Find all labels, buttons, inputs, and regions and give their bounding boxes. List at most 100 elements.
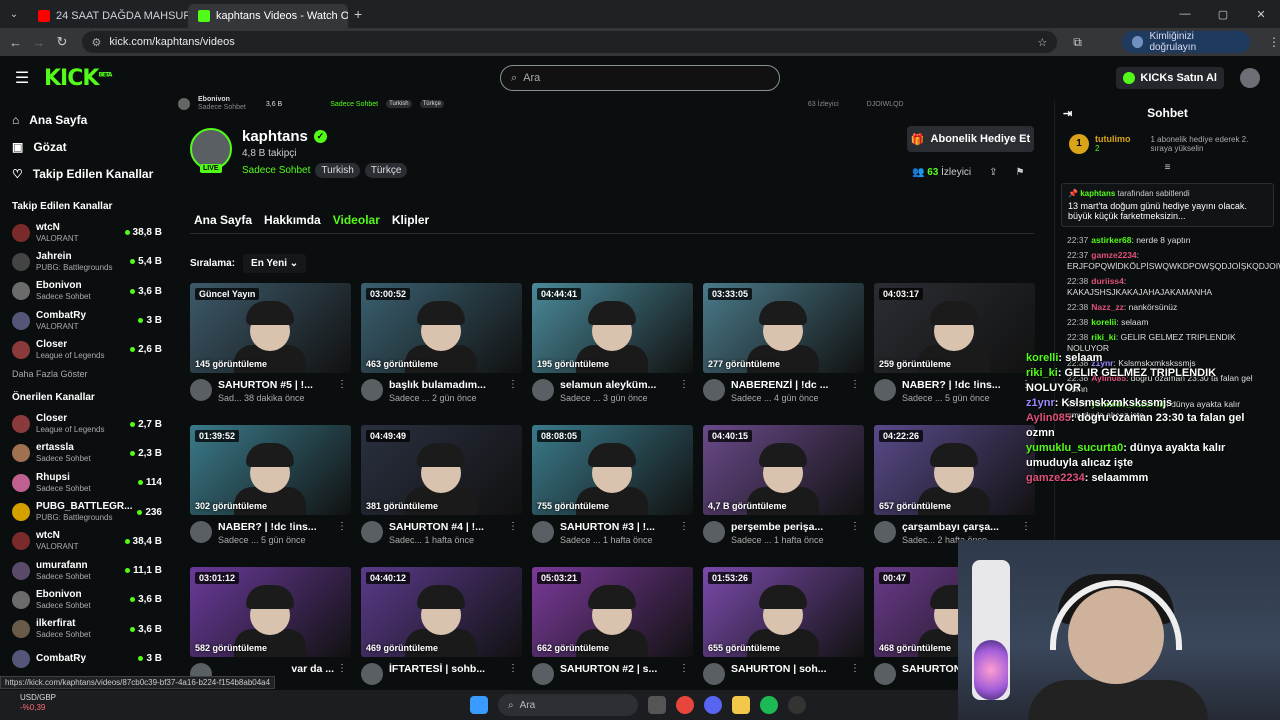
- video-thumbnail[interactable]: 03:01:12 582 görüntüleme: [190, 567, 351, 657]
- channel-avatar[interactable]: LIVE: [190, 128, 232, 173]
- browser-tab-kick[interactable]: kaphtans Videos - Watch O ✕: [188, 4, 348, 28]
- discord-icon[interactable]: [704, 696, 722, 714]
- top-gifter[interactable]: tutulimo 2: [1095, 134, 1131, 154]
- sidebar-channel-item[interactable]: Jahrein PUBG: Battlegrounds 5,4 B: [0, 247, 170, 276]
- maximize-icon[interactable]: ▢: [1204, 0, 1242, 28]
- forward-icon[interactable]: →: [27, 35, 50, 50]
- buy-kicks-button[interactable]: KICKs Satın Al: [1116, 67, 1224, 89]
- tab-clips[interactable]: Klipler: [392, 213, 429, 227]
- url-field[interactable]: ⚙ kick.com/kaphtans/videos ☆: [81, 31, 1058, 53]
- video-thumbnail[interactable]: 03:33:05 277 görüntüleme: [703, 283, 864, 373]
- sort-dropdown[interactable]: En Yeni ⌄: [243, 254, 307, 273]
- video-thumbnail[interactable]: 01:39:52 302 görüntüleme: [190, 425, 351, 515]
- more-options-icon[interactable]: ⋮: [508, 663, 518, 674]
- minimize-icon[interactable]: —: [1166, 0, 1204, 28]
- back-icon[interactable]: ←: [4, 35, 27, 50]
- message-user[interactable]: astirker68: [1091, 235, 1131, 245]
- nav-browse[interactable]: ▣ Gözat: [12, 133, 158, 160]
- sidebar-channel-item[interactable]: wtcN VALORANT 38,4 B: [0, 527, 170, 556]
- video-title[interactable]: var da ...: [218, 663, 334, 675]
- video-thumbnail[interactable]: 08:08:05 755 görüntüleme: [532, 425, 693, 515]
- pinned-message[interactable]: 📌 kaphtans tarafından sabitlendi 13 mart…: [1061, 183, 1274, 227]
- gift-subscription-button[interactable]: 🎁 Abonelik Hediye Et: [907, 126, 1034, 152]
- video-card[interactable]: 04:22:26 657 görüntüleme çarşambayı çarşa.…: [874, 425, 1035, 545]
- new-tab-button[interactable]: +: [354, 6, 362, 22]
- message-user[interactable]: Nazz_zz: [1091, 302, 1124, 312]
- video-title[interactable]: SAHURTON | soh...: [731, 663, 847, 675]
- reload-icon[interactable]: ↻: [50, 34, 73, 50]
- close-window-icon[interactable]: ✕: [1242, 0, 1280, 28]
- chat-message[interactable]: 22:38 duriiss4: KAKAJSHSJKAKAJAHAJAKAMANH…: [1055, 274, 1280, 300]
- file-explorer-icon[interactable]: [732, 696, 750, 714]
- search-input[interactable]: ⌕ Ara: [500, 65, 780, 91]
- video-thumbnail[interactable]: 04:40:15 4,7 B görüntüleme: [703, 425, 864, 515]
- hamburger-menu-icon[interactable]: ☰: [0, 68, 44, 88]
- video-thumbnail[interactable]: 04:03:17 259 görüntüleme: [874, 283, 1035, 373]
- chat-message[interactable]: 22:37 gamze2234: ERJFOPQWİDKÖLPİSWQWKDPOW…: [1055, 248, 1280, 274]
- video-thumbnail[interactable]: 04:22:26 657 görüntüleme: [874, 425, 1035, 515]
- more-options-icon[interactable]: ⋮: [508, 521, 518, 532]
- tab-videos[interactable]: Videolar: [333, 213, 380, 227]
- video-card[interactable]: 04:03:17 259 görüntüleme NABER? | !dc !ins…: [874, 283, 1035, 403]
- video-title[interactable]: selamun aleyküm...: [560, 379, 676, 391]
- more-options-icon[interactable]: ⋮: [508, 379, 518, 390]
- video-title[interactable]: SAHURTON #2 | s...: [560, 663, 676, 675]
- tab-list-icon[interactable]: ⌄: [0, 9, 28, 20]
- video-title[interactable]: NABER? | !dc !ins...: [218, 521, 334, 533]
- video-card[interactable]: 04:44:41 195 görüntüleme selamun aleyküm..…: [532, 283, 693, 403]
- video-card[interactable]: 04:40:15 4,7 B görüntüleme perşembe perişa…: [703, 425, 864, 545]
- video-title[interactable]: SAHURTON #5 | !...: [218, 379, 334, 391]
- chat-message[interactable]: 22:38 Nazz_zz: nankörsünüz: [1055, 300, 1280, 315]
- video-card[interactable]: 03:00:52 463 görüntüleme başlık bulamadım.…: [361, 283, 522, 403]
- channel-category[interactable]: Sadece Sohbet: [242, 165, 310, 176]
- chat-message[interactable]: 22:37 astirker68: nerde 8 yaptın: [1055, 233, 1280, 248]
- sidebar-channel-item[interactable]: Ebonivon Sadece Sohbet 3,6 B: [0, 277, 170, 306]
- video-title[interactable]: başlık bulamadım...: [389, 379, 505, 391]
- video-card[interactable]: 04:49:49 381 görüntüleme SAHURTON #4 | !..…: [361, 425, 522, 545]
- sidebar-channel-item[interactable]: ertassla Sadece Sohbet 2,3 B: [0, 439, 170, 468]
- sidebar-channel-item[interactable]: Ebonivon Sadece Sohbet 3,6 B: [0, 585, 170, 614]
- video-card[interactable]: 01:39:52 302 görüntüleme NABER? | !dc !ins…: [190, 425, 351, 545]
- verify-identity-button[interactable]: Kimliğinizi doğrulayın: [1121, 31, 1250, 53]
- stock-widget[interactable]: USD/GBP -%0,39: [20, 693, 56, 713]
- chat-message[interactable]: 22:38 korelii: selaam: [1055, 315, 1280, 330]
- video-thumbnail[interactable]: 04:40:12 469 görüntüleme: [361, 567, 522, 657]
- chrome-icon[interactable]: [676, 696, 694, 714]
- video-card[interactable]: 01:53:26 655 görüntüleme SAHURTON | soh...…: [703, 567, 864, 685]
- video-title[interactable]: İFTARTESİ | sohb...: [389, 663, 505, 675]
- video-title[interactable]: perşembe perişa...: [731, 521, 847, 533]
- sidebar-channel-item[interactable]: ilkerfirat Sadece Sohbet 3,6 B: [0, 615, 170, 644]
- more-options-icon[interactable]: ⋮: [679, 521, 689, 532]
- more-options-icon[interactable]: ⋮: [337, 521, 347, 532]
- taskbar-search[interactable]: ⌕ Ara: [498, 694, 638, 716]
- message-user[interactable]: korelii: [1091, 317, 1116, 327]
- spotify-icon[interactable]: [760, 696, 778, 714]
- nav-home[interactable]: ⌂ Ana Sayfa: [12, 106, 158, 133]
- sidebar-channel-item[interactable]: CombatRy 3 B: [0, 644, 170, 673]
- more-options-icon[interactable]: ⋮: [850, 663, 860, 674]
- video-title[interactable]: NABERENZİ | !dc ...: [731, 379, 847, 391]
- video-thumbnail[interactable]: 04:44:41 195 görüntüleme: [532, 283, 693, 373]
- more-options-icon[interactable]: ⋮: [679, 379, 689, 390]
- message-user[interactable]: duriiss4: [1091, 276, 1124, 286]
- more-options-icon[interactable]: ⋮: [850, 379, 860, 390]
- video-title[interactable]: çarşambayı çarşa...: [902, 521, 1018, 533]
- task-view-icon[interactable]: [648, 696, 666, 714]
- video-thumbnail[interactable]: 04:49:49 381 görüntüleme: [361, 425, 522, 515]
- channel-name[interactable]: kaphtans: [242, 128, 308, 145]
- sidebar-channel-item[interactable]: Closer League of Legends 2,7 B: [0, 409, 170, 438]
- sidebar-channel-item[interactable]: Rhupsi Sadece Sohbet 114: [0, 468, 170, 497]
- tab-about[interactable]: Hakkımda: [264, 213, 321, 227]
- video-title[interactable]: NABER? | !dc !ins...: [902, 379, 1018, 391]
- kick-logo[interactable]: KICKBETA: [44, 66, 112, 91]
- browser-menu-icon[interactable]: ⋮: [1268, 35, 1280, 49]
- video-card[interactable]: 05:03:21 662 görüntüleme SAHURTON #2 | s..…: [532, 567, 693, 685]
- message-user[interactable]: gamze2234: [1091, 250, 1136, 260]
- bookmark-star-icon[interactable]: ☆: [1037, 36, 1047, 49]
- more-options-icon[interactable]: ⋮: [1021, 521, 1031, 532]
- video-card[interactable]: Güncel Yayın 145 görüntüleme SAHURTON #5 |…: [190, 283, 351, 403]
- sidebar-channel-item[interactable]: CombatRy VALORANT 3 B: [0, 306, 170, 335]
- more-options-icon[interactable]: ⋮: [679, 663, 689, 674]
- tag-pill[interactable]: Turkish: [315, 163, 360, 178]
- video-thumbnail[interactable]: 03:00:52 463 görüntüleme: [361, 283, 522, 373]
